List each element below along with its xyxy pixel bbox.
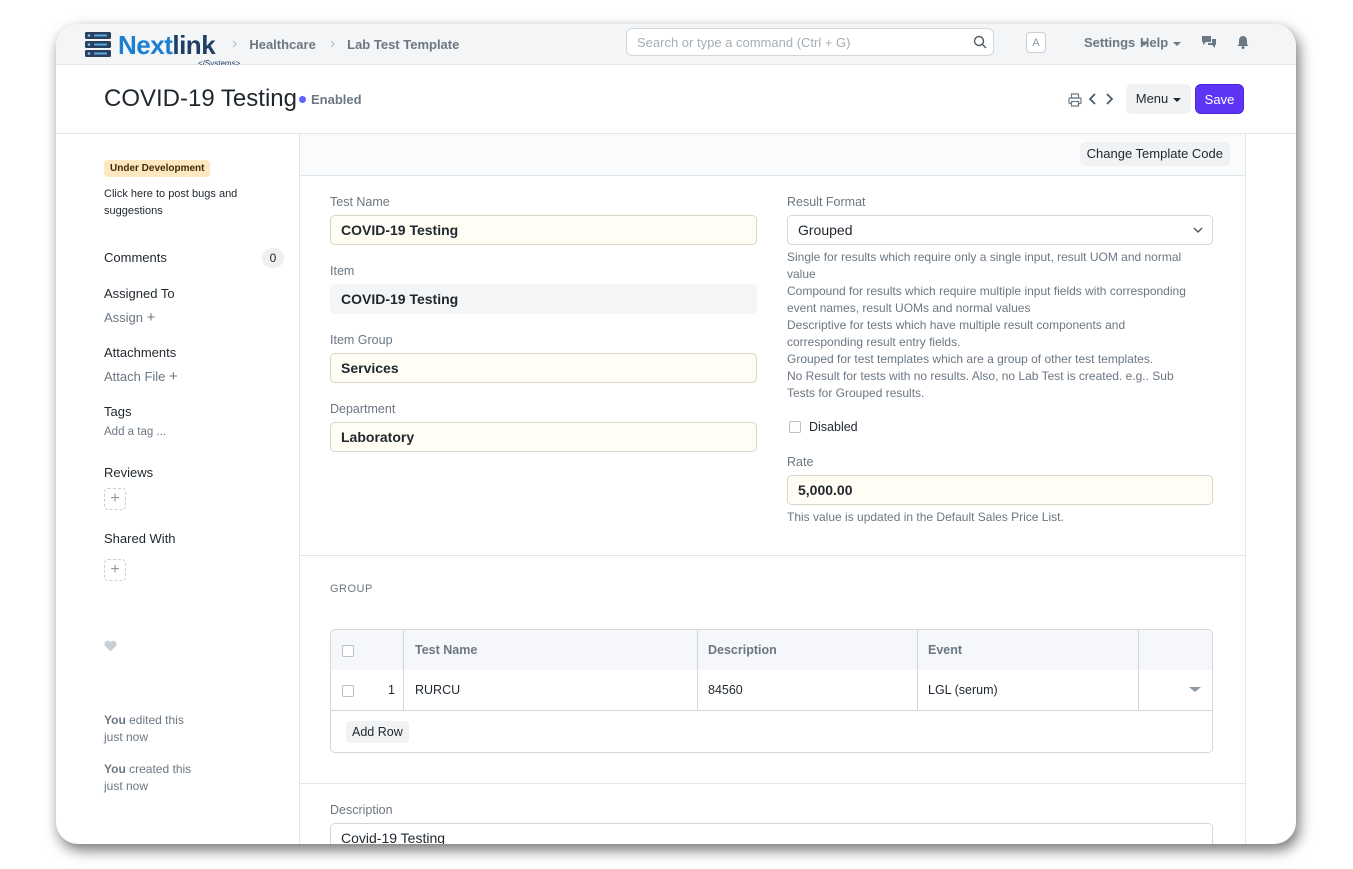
chevron-left-icon[interactable] <box>1088 92 1098 106</box>
page-title: COVID-19 Testing <box>104 85 297 112</box>
plus-icon: + <box>169 368 178 385</box>
group-section-title: GROUP <box>330 583 373 595</box>
attachments-label: Attachments <box>104 345 177 360</box>
form-main: Change Template Code Test Name COVID-19 … <box>299 134 1246 844</box>
status-dot <box>299 96 306 103</box>
chevron-right-icon[interactable] <box>1104 92 1114 106</box>
attach-file-link[interactable]: Attach File + <box>104 368 178 385</box>
breadcrumb-lab-test-template[interactable]: Lab Test Template <box>347 37 459 52</box>
item-label: Item <box>330 264 355 278</box>
column-header-description[interactable]: Description <box>708 630 777 670</box>
chat-icon[interactable] <box>1201 35 1217 49</box>
section-divider <box>300 783 1245 784</box>
column-divider <box>917 630 918 710</box>
chevron-right-icon: › <box>329 35 336 52</box>
breadcrumb: › Healthcare › Lab Test Template <box>224 35 459 53</box>
test-name-field[interactable]: COVID-19 Testing <box>330 215 757 245</box>
result-format-help: Single for results which require only a … <box>787 250 1186 400</box>
avatar[interactable]: A <box>1026 32 1046 53</box>
help-dropdown[interactable]: Help <box>1140 35 1182 50</box>
reviews-label: Reviews <box>104 465 154 480</box>
add-tag-link[interactable]: Add a tag ... <box>104 426 166 438</box>
chevron-right-icon: › <box>232 35 238 52</box>
item-group-field[interactable]: Services <box>330 353 757 383</box>
chevron-down-icon <box>1193 227 1203 234</box>
disabled-label: Disabled <box>809 420 858 434</box>
comments-count-badge: 0 <box>262 248 284 268</box>
rate-field[interactable]: 5,000.00 <box>787 475 1213 505</box>
section-divider <box>300 555 1245 556</box>
rate-help: This value is updated in the Default Sal… <box>787 510 1064 524</box>
settings-dropdown[interactable]: Settings <box>1084 35 1149 50</box>
logo[interactable]: Nextlink </Systems> <box>82 28 240 68</box>
tags-label: Tags <box>104 404 132 419</box>
search-icon[interactable] <box>973 35 987 49</box>
sidebar: Under Development Click here to post bug… <box>104 134 294 844</box>
description-label: Description <box>330 803 393 817</box>
assigned-to-label: Assigned To <box>104 286 175 301</box>
save-button[interactable]: Save <box>1195 84 1244 114</box>
plus-icon: + <box>110 561 120 578</box>
add-review-button[interactable]: + <box>104 488 126 510</box>
bell-icon[interactable] <box>1237 35 1249 49</box>
plus-icon: + <box>110 490 120 507</box>
page-head: COVID-19 Testing Enabled Menu Save <box>56 65 1296 134</box>
form-toolbar: Change Template Code <box>300 134 1245 176</box>
add-share-button[interactable]: + <box>104 559 126 581</box>
result-format-value: Grouped <box>798 222 853 238</box>
assign-link[interactable]: Assign + <box>104 309 155 326</box>
rate-label: Rate <box>787 455 814 469</box>
change-template-code-button[interactable]: Change Template Code <box>1079 142 1230 166</box>
column-divider <box>697 630 698 710</box>
cell-description[interactable]: 84560 <box>708 670 743 710</box>
table-header: Test Name Description Event <box>331 630 1212 671</box>
result-format-select[interactable]: Grouped <box>787 215 1213 245</box>
caret-down-icon <box>1173 41 1182 46</box>
under-development-badge[interactable]: Under Development <box>104 160 211 177</box>
column-header-test-name[interactable]: Test Name <box>415 630 477 670</box>
item-group-label: Item Group <box>330 333 393 347</box>
row-index: 1 <box>388 683 395 697</box>
column-divider <box>1138 630 1139 710</box>
status-indicator: Enabled <box>299 92 362 107</box>
activity-item: You edited this just now <box>104 713 184 744</box>
plus-icon: + <box>146 309 156 326</box>
table-row[interactable]: 1 RURCU 84560 LGL (serum) <box>331 670 1212 711</box>
column-divider <box>403 630 404 710</box>
status-label: Enabled <box>311 92 362 107</box>
select-all-checkbox[interactable] <box>342 645 354 657</box>
search-bar[interactable] <box>626 28 994 56</box>
breadcrumb-healthcare[interactable]: Healthcare <box>249 37 315 52</box>
row-expand-icon[interactable] <box>1189 687 1201 692</box>
result-format-label: Result Format <box>787 195 866 209</box>
app-window: Nextlink </Systems> › Healthcare › Lab T… <box>56 24 1296 844</box>
column-header-event[interactable]: Event <box>928 630 962 670</box>
disabled-checkbox[interactable] <box>789 421 801 433</box>
description-editor[interactable]: Covid-19 Testing <box>330 823 1213 844</box>
activity-item: You created this just now <box>104 762 192 793</box>
group-table: Test Name Description Event 1 RURCU 8456… <box>330 629 1213 753</box>
add-row-button[interactable]: Add Row <box>346 721 409 743</box>
navbar: Nextlink </Systems> › Healthcare › Lab T… <box>56 24 1296 68</box>
comments-label[interactable]: Comments <box>104 250 167 265</box>
department-label: Department <box>330 402 396 416</box>
logo-text: Nextlink <box>118 30 216 60</box>
server-logo-icon <box>85 32 111 57</box>
cell-event[interactable]: LGL (serum) <box>928 670 998 710</box>
item-field: COVID-19 Testing <box>330 284 757 314</box>
row-checkbox[interactable] <box>342 685 354 697</box>
test-name-label: Test Name <box>330 195 390 209</box>
search-input[interactable] <box>637 35 957 50</box>
menu-button[interactable]: Menu <box>1126 84 1191 114</box>
caret-down-icon <box>1173 97 1182 102</box>
heart-icon[interactable] <box>104 640 117 652</box>
shared-with-label: Shared With <box>104 531 176 546</box>
printer-icon[interactable] <box>1068 93 1082 107</box>
cell-test-name[interactable]: RURCU <box>415 670 460 710</box>
department-field[interactable]: Laboratory <box>330 422 757 452</box>
report-bug-link[interactable]: Click here to post bugs and suggestions <box>104 186 264 220</box>
